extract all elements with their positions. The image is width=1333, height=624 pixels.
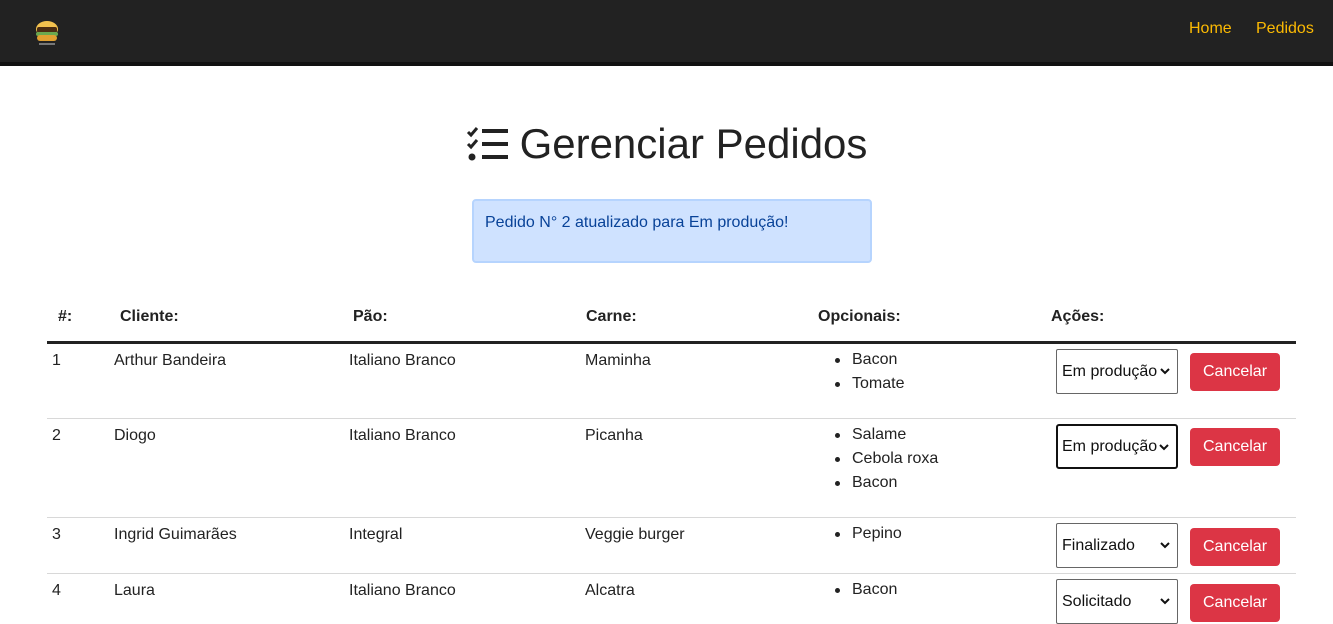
row-bread: Italiano Branco	[349, 427, 456, 444]
row-meat: Maminha	[585, 352, 651, 369]
option-item: Bacon	[832, 348, 904, 372]
option-item: Bacon	[832, 578, 897, 602]
status-select-value: Finalizado	[1062, 536, 1135, 554]
header-id: #:	[58, 308, 73, 325]
status-alert: Pedido N° 2 atualizado para Em produção!	[472, 199, 872, 263]
nav-orders-link[interactable]: Pedidos	[1256, 20, 1314, 38]
row-id: 1	[52, 352, 61, 369]
row-divider	[47, 573, 1296, 574]
row-id: 4	[52, 582, 61, 599]
chevron-down-icon	[1160, 598, 1170, 605]
page-heading: Gerenciar Pedidos	[0, 116, 1333, 172]
option-item: Salame	[832, 423, 938, 447]
row-bread: Italiano Branco	[349, 352, 456, 369]
option-item: Bacon	[832, 471, 938, 495]
row-options-list: Bacon Tomate	[832, 348, 904, 396]
row-options-list: Pepino	[832, 522, 902, 546]
row-client: Diogo	[114, 427, 156, 444]
row-client: Ingrid Guimarães	[114, 526, 237, 543]
cancel-button[interactable]: Cancelar	[1190, 353, 1280, 391]
cancel-button[interactable]: Cancelar	[1190, 584, 1280, 622]
header-actions: Ações:	[1051, 308, 1105, 325]
cancel-button[interactable]: Cancelar	[1190, 528, 1280, 566]
row-client: Laura	[114, 582, 155, 599]
row-bread: Integral	[349, 526, 403, 543]
chevron-down-icon	[1160, 368, 1170, 375]
option-item: Tomate	[832, 372, 904, 396]
row-meat: Alcatra	[585, 582, 635, 599]
option-item: Pepino	[832, 522, 902, 546]
row-id: 3	[52, 526, 61, 543]
row-client: Arthur Bandeira	[114, 352, 227, 369]
row-meat: Veggie burger	[585, 526, 685, 543]
cancel-button[interactable]: Cancelar	[1190, 428, 1280, 466]
row-options-list: Bacon	[832, 578, 897, 602]
chevron-down-icon	[1159, 444, 1169, 451]
navbar: Home Pedidos	[0, 0, 1333, 66]
table-header-divider	[47, 341, 1296, 344]
page-title: Gerenciar Pedidos	[519, 120, 868, 167]
burger-logo-icon[interactable]	[31, 15, 63, 49]
tasks-list-icon	[466, 127, 508, 161]
row-divider	[47, 418, 1296, 419]
row-bread: Italiano Branco	[349, 582, 456, 599]
header-client: Cliente:	[120, 308, 179, 325]
status-select-value: Em produção	[1062, 362, 1158, 380]
row-options-list: Salame Cebola roxa Bacon	[832, 423, 938, 495]
row-meat: Picanha	[585, 427, 643, 444]
row-divider	[47, 517, 1296, 518]
header-bread: Pão:	[353, 308, 388, 325]
option-item: Cebola roxa	[832, 447, 938, 471]
status-select[interactable]: Em produção	[1056, 424, 1178, 469]
nav-home-link[interactable]: Home	[1189, 20, 1232, 38]
status-select[interactable]: Em produção	[1056, 349, 1178, 394]
chevron-down-icon	[1160, 542, 1170, 549]
header-options: Opcionais:	[818, 308, 901, 325]
row-id: 2	[52, 427, 61, 444]
status-select[interactable]: Finalizado	[1056, 523, 1178, 568]
header-meat: Carne:	[586, 308, 637, 325]
status-select-value: Em produção	[1062, 437, 1158, 455]
